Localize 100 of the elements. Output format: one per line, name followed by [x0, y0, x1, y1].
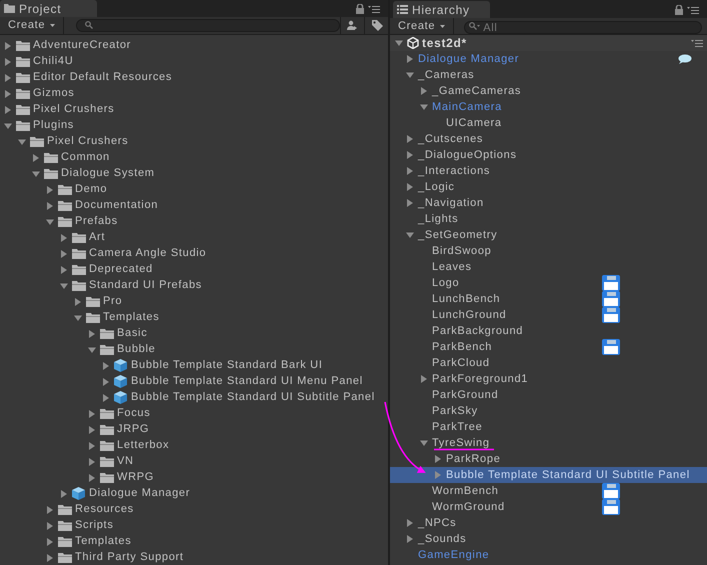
tree-item[interactable]: Pixel Crushers	[47, 133, 128, 150]
caret-right-icon[interactable]	[4, 58, 12, 66]
hierarchy-item[interactable]: ParkSky	[432, 402, 478, 420]
caret-right-icon[interactable]	[60, 250, 68, 258]
tree-item[interactable]: Gizmos	[33, 85, 74, 102]
search-field[interactable]	[76, 18, 340, 32]
create-button[interactable]: Create	[390, 18, 454, 34]
tree-item[interactable]: Third Party Support	[75, 549, 184, 565]
tree-item[interactable]: Scripts	[75, 517, 114, 534]
caret-right-icon[interactable]	[46, 202, 54, 210]
caret-right-icon[interactable]	[46, 538, 54, 546]
tree-item[interactable]: Resources	[75, 501, 134, 518]
caret-down-icon[interactable]	[406, 71, 414, 79]
caret-right-icon[interactable]	[4, 90, 12, 98]
tree-item[interactable]: Focus	[117, 405, 150, 422]
tree-item[interactable]: Templates	[75, 533, 132, 550]
caret-right-icon[interactable]	[406, 151, 414, 159]
caret-right-icon[interactable]	[102, 378, 110, 386]
tree-item[interactable]: Art	[89, 229, 106, 246]
selected-row[interactable]: Bubble Template Standard UI Subtitle Panel	[390, 467, 707, 483]
hierarchy-item[interactable]: _DialogueOptions	[418, 146, 517, 164]
caret-right-icon[interactable]	[46, 186, 54, 194]
tree-item[interactable]: Pixel Crushers	[33, 101, 114, 118]
hierarchy-item[interactable]: _Logic	[418, 178, 455, 196]
caret-right-icon[interactable]	[88, 330, 96, 338]
hierarchy-item[interactable]: ParkForeground1	[432, 370, 528, 388]
caret-right-icon[interactable]	[102, 362, 110, 370]
caret-right-icon[interactable]	[88, 458, 96, 466]
hierarchy-item[interactable]: ParkRope	[446, 450, 501, 468]
caret-right-icon[interactable]	[88, 442, 96, 450]
lock-icon[interactable]	[675, 5, 683, 15]
search-field[interactable]: All	[464, 21, 702, 34]
hierarchy-tab[interactable]: Hierarchy	[393, 1, 490, 18]
hierarchy-item[interactable]: _Sounds	[418, 530, 466, 548]
hierarchy-item[interactable]: Leaves	[432, 258, 472, 276]
caret-right-icon[interactable]	[46, 554, 54, 562]
menu-icon[interactable]	[368, 5, 380, 13]
hierarchy-item[interactable]: ParkTree	[432, 418, 482, 436]
caret-right-icon[interactable]	[406, 55, 414, 63]
caret-right-icon[interactable]	[46, 506, 54, 514]
hierarchy-item[interactable]: _GameCameras	[432, 82, 522, 100]
caret-right-icon[interactable]	[406, 167, 414, 175]
hierarchy-item[interactable]: ParkBench	[432, 338, 492, 356]
tree-item[interactable]: JRPG	[117, 421, 150, 438]
hierarchy-item[interactable]: WormBench	[432, 482, 499, 500]
caret-right-icon[interactable]	[4, 42, 12, 50]
caret-right-icon[interactable]	[4, 74, 12, 82]
caret-down-icon[interactable]	[88, 346, 96, 354]
hierarchy-item[interactable]: ParkCloud	[432, 354, 490, 372]
hierarchy-item[interactable]: BirdSwoop	[432, 242, 492, 260]
tree-item[interactable]: Bubble	[117, 341, 156, 358]
project-tab[interactable]: Project	[0, 0, 97, 17]
scene-header[interactable]: test2d*	[390, 35, 707, 51]
tag-icon[interactable]	[370, 19, 382, 32]
tree-item[interactable]: Basic	[117, 325, 148, 342]
tree-item[interactable]: Prefabs	[75, 213, 118, 230]
tree-item[interactable]: Standard UI Prefabs	[89, 277, 202, 294]
tree-item[interactable]: WRPG	[117, 469, 154, 486]
hierarchy-item[interactable]: _Navigation	[418, 194, 484, 212]
caret-right-icon[interactable]	[32, 154, 40, 162]
hierarchy-item[interactable]: ParkBackground	[432, 322, 524, 340]
hierarchy-item[interactable]: LunchBench	[432, 290, 500, 308]
people-icon[interactable]	[346, 20, 358, 30]
lock-icon[interactable]	[356, 4, 364, 14]
tree-item[interactable]: Templates	[103, 309, 160, 326]
caret-right-icon[interactable]	[406, 535, 414, 543]
hierarchy-item[interactable]: _Cutscenes	[418, 130, 484, 148]
caret-down-icon[interactable]	[60, 282, 68, 290]
hierarchy-item[interactable]: _Interactions	[418, 162, 490, 180]
hierarchy-item[interactable]: Dialogue Manager	[418, 50, 520, 68]
tree-item[interactable]: Plugins	[33, 117, 74, 134]
caret-right-icon[interactable]	[4, 106, 12, 114]
caret-right-icon[interactable]	[102, 394, 110, 402]
hierarchy-item[interactable]: UICamera	[446, 114, 502, 132]
caret-right-icon[interactable]	[420, 87, 428, 95]
caret-down-icon[interactable]	[32, 170, 40, 178]
hierarchy-item[interactable]: MainCamera	[432, 98, 502, 116]
hierarchy-item[interactable]: LunchGround	[432, 306, 506, 324]
caret-down-icon[interactable]	[4, 122, 12, 130]
caret-right-icon[interactable]	[88, 410, 96, 418]
hierarchy-item[interactable]: Logo	[432, 274, 460, 292]
hierarchy-item[interactable]: ParkGround	[432, 386, 498, 404]
create-button[interactable]: Create	[0, 17, 64, 34]
caret-right-icon[interactable]	[406, 199, 414, 207]
tree-item[interactable]: Dialogue Manager	[89, 485, 190, 502]
caret-right-icon[interactable]	[60, 266, 68, 274]
tree-item[interactable]: VN	[117, 453, 134, 470]
caret-down-icon[interactable]	[406, 231, 414, 239]
hierarchy-item[interactable]: _Cameras	[418, 66, 474, 84]
hierarchy-item[interactable]: _SetGeometry	[418, 226, 498, 244]
caret-right-icon[interactable]	[434, 455, 442, 463]
tree-item[interactable]: Pro	[103, 293, 122, 310]
tree-item[interactable]: Deprecated	[89, 261, 153, 278]
caret-right-icon[interactable]	[60, 490, 68, 498]
tree-item[interactable]: Letterbox	[117, 437, 170, 454]
caret-right-icon[interactable]	[420, 375, 428, 383]
caret-right-icon[interactable]	[406, 519, 414, 527]
caret-right-icon[interactable]	[434, 471, 442, 479]
hierarchy-item[interactable]: _Lights	[418, 210, 458, 228]
menu-icon[interactable]	[687, 6, 699, 14]
